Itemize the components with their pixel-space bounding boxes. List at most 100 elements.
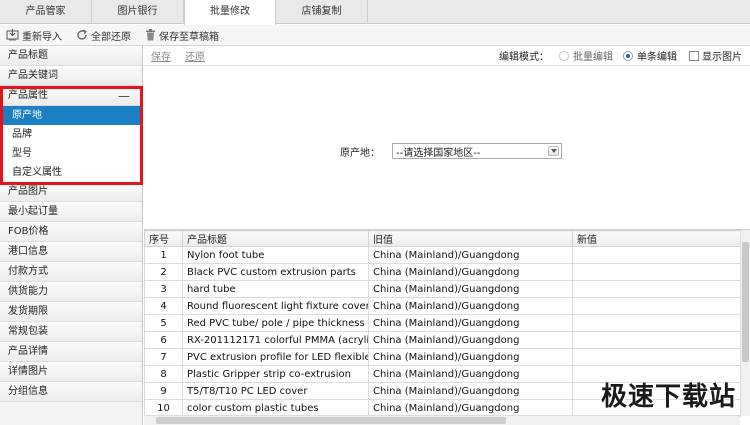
sidebar-item-images[interactable]: 产品图片 [0, 182, 142, 202]
save-draft-button[interactable]: 保存至草稿箱 [145, 28, 219, 43]
table-cell[interactable]: China (Mainland)/Guangdong [368, 331, 573, 349]
table-cell[interactable] [572, 314, 741, 332]
tab-product-manager[interactable]: 产品管家 [0, 0, 92, 24]
save-draft-label: 保存至草稿箱 [159, 31, 219, 43]
table-header-row: 序号 产品标题 旧值 新值 [144, 230, 741, 247]
sidebar-item-delivery[interactable]: 发货期限 [0, 302, 142, 322]
table-cell[interactable]: RX-201112171 colorful PMMA (acrylic) tub… [182, 331, 369, 349]
sidebar-item-keywords[interactable]: 产品关键词 [0, 66, 142, 86]
table-cell[interactable]: 1 [144, 246, 183, 264]
tab-batch-edit[interactable]: 批量修改 [184, 0, 276, 25]
table-cell[interactable] [572, 246, 741, 264]
table-cell[interactable]: 7 [144, 348, 183, 366]
table-cell[interactable] [572, 348, 741, 366]
column-header[interactable]: 新值 [572, 230, 741, 247]
sidebar-item-fob[interactable]: FOB价格 [0, 222, 142, 242]
tab-shop-copy[interactable]: 店铺复制 [276, 0, 368, 24]
sidebar-group-header[interactable]: 产品属性 — [0, 86, 142, 106]
sidebar-item-packaging[interactable]: 常规包装 [0, 322, 142, 342]
edit-mode-label: 编辑模式： [499, 52, 549, 63]
sidebar-item-group-info[interactable]: 分组信息 [0, 382, 142, 402]
batch-edit-radio[interactable] [559, 50, 569, 61]
table-cell[interactable] [572, 280, 741, 298]
table-cell[interactable]: hard tube [182, 280, 369, 298]
table-row[interactable]: 3 hard tube China (Mainland)/Guangdong [144, 280, 741, 298]
tab-image-bank[interactable]: 图片银行 [92, 0, 184, 24]
table-row[interactable]: 1 Nylon foot tube China (Mainland)/Guangdo… [144, 246, 741, 264]
table-cell[interactable]: 3 [144, 280, 183, 298]
table-cell[interactable]: 10 [144, 399, 183, 417]
table-cell[interactable]: Round fluorescent light fixture cover [182, 297, 369, 315]
table-cell[interactable]: Red PVC tube/ pole / pipe thickness 2mm [182, 314, 369, 332]
sidebar-item-moq[interactable]: 最小起订量 [0, 202, 142, 222]
table-cell[interactable]: 5 [144, 314, 183, 332]
sidebar-subitem-brand[interactable]: 品牌 [0, 125, 142, 144]
table-cell[interactable]: T5/T8/T10 PC LED cover [182, 382, 369, 400]
table-cell[interactable]: Black PVC custom extrusion parts [182, 263, 369, 281]
table-row[interactable]: 6RX-201112171 colorful PMMA (acrylic) tu… [144, 331, 741, 349]
single-edit-radio[interactable] [623, 50, 633, 61]
table-cell[interactable]: China (Mainland)/Guangdong [368, 263, 573, 281]
sidebar: 产品标题 产品关键词 产品属性 — 原产地 品牌 型号 自定义属性 产品图片 最… [0, 46, 143, 425]
main-panel: 保存 还原 编辑模式： 批量编辑 单条编辑 显示图片 原产地： --请选择国家地… [144, 46, 750, 425]
origin-select-value: --请选择国家地区-- [396, 147, 481, 159]
table-cell[interactable]: PVC extrusion profile for LED flexible s… [182, 348, 369, 366]
sidebar-item-payment[interactable]: 付款方式 [0, 262, 142, 282]
horizontal-scrollbar[interactable] [144, 415, 740, 425]
table-cell[interactable]: 6 [144, 331, 183, 349]
origin-select[interactable]: --请选择国家地区-- [392, 143, 562, 159]
column-header[interactable]: 旧值 [368, 230, 573, 247]
top-tabs: 产品管家 图片银行 批量修改 店铺复制 [0, 0, 750, 25]
sidebar-subitem-origin[interactable]: 原产地 [0, 106, 142, 125]
table-cell[interactable]: China (Mainland)/Guangdong [368, 382, 573, 400]
table-cell[interactable]: China (Mainland)/Guangdong [368, 246, 573, 264]
sidebar-group-title: 产品属性 [8, 90, 48, 101]
sidebar-group-attributes: 产品属性 — 原产地 品牌 型号 自定义属性 [0, 86, 142, 182]
table-cell[interactable] [572, 331, 741, 349]
reimport-button[interactable]: 重新导入 [6, 28, 62, 43]
save-link[interactable]: 保存 [151, 48, 171, 63]
sidebar-subitem-custom[interactable]: 自定义属性 [0, 163, 142, 182]
sidebar-item-title[interactable]: 产品标题 [0, 46, 142, 66]
collapse-icon[interactable]: — [118, 86, 130, 106]
table-cell[interactable]: 2 [144, 263, 183, 281]
single-edit-label: 单条编辑 [637, 52, 677, 63]
sidebar-item-supply[interactable]: 供货能力 [0, 282, 142, 302]
show-images-checkbox[interactable] [689, 50, 699, 61]
table-row[interactable]: 4 Round fluorescent light fixture cover Ch… [144, 297, 741, 315]
table-cell[interactable]: Plastic Gripper strip co-extrusion [182, 365, 369, 383]
table-cell[interactable]: China (Mainland)/Guangdong [368, 365, 573, 383]
chevron-down-icon[interactable] [548, 146, 559, 156]
table-cell[interactable]: 8 [144, 365, 183, 383]
scroll-thumb[interactable] [742, 242, 749, 362]
scroll-thumb[interactable] [156, 417, 506, 424]
table-cell[interactable]: 4 [144, 297, 183, 315]
show-images-label: 显示图片 [702, 52, 742, 63]
restore-link[interactable]: 还原 [185, 48, 205, 63]
column-header[interactable]: 产品标题 [182, 230, 369, 247]
table-cell[interactable]: China (Mainland)/Guangdong [368, 348, 573, 366]
table-cell[interactable]: color custom plastic tubes [182, 399, 369, 417]
table-row[interactable]: 7 PVC extrusion profile for LED flexible … [144, 348, 741, 366]
sidebar-item-port[interactable]: 港口信息 [0, 242, 142, 262]
edit-mode: 编辑模式： 批量编辑 单条编辑 显示图片 [499, 48, 750, 63]
table-cell[interactable]: Nylon foot tube [182, 246, 369, 264]
table-cell[interactable]: 9 [144, 382, 183, 400]
import-icon [6, 29, 19, 41]
vertical-scrollbar[interactable] [740, 230, 750, 416]
table-cell[interactable] [572, 297, 741, 315]
column-header[interactable]: 序号 [144, 230, 183, 247]
table-cell[interactable]: China (Mainland)/Guangdong [368, 297, 573, 315]
table-cell[interactable]: China (Mainland)/Guangdong [368, 399, 573, 417]
sidebar-subitem-model[interactable]: 型号 [0, 144, 142, 163]
table-cell[interactable]: China (Mainland)/Guangdong [368, 314, 573, 332]
batch-edit-label: 批量编辑 [573, 52, 613, 63]
table-row[interactable]: 5Red PVC tube/ pole / pipe thickness 2mm… [144, 314, 741, 332]
sidebar-item-details[interactable]: 产品详情 [0, 342, 142, 362]
sidebar-item-detail-images[interactable]: 详情图片 [0, 362, 142, 382]
table-cell[interactable] [572, 263, 741, 281]
table-row[interactable]: 2 Black PVC custom extrusion parts China (… [144, 263, 741, 281]
table-cell[interactable]: China (Mainland)/Guangdong [368, 280, 573, 298]
toolbar: 重新导入 全部还原 保存至草稿箱 [0, 25, 750, 46]
restore-all-button[interactable]: 全部还原 [76, 28, 131, 43]
